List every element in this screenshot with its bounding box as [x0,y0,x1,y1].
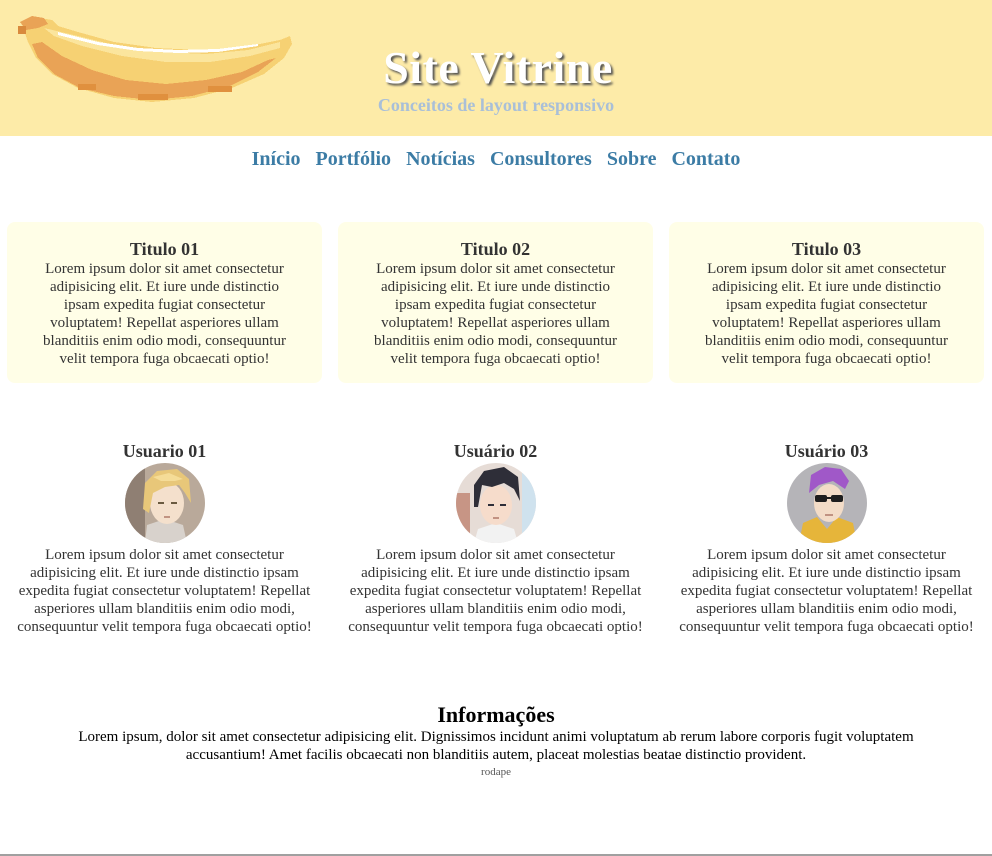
card-2: Titulo 02 Lorem ipsum dolor sit amet con… [338,222,653,383]
card-title: Titulo 02 [460,239,531,259]
info-section: Informações Lorem ipsum, dolor sit amet … [0,702,992,779]
nav-consultores[interactable]: Consultores [490,148,592,170]
user-2: Usuário 02 Lorem ipsum dolor sit amet co… [338,440,653,636]
user-name: Usuário 02 [453,441,538,461]
site-subtitle: Conceitos de layout responsivo [377,95,615,115]
card-3: Titulo 03 Lorem ipsum dolor sit amet con… [669,222,984,383]
nav-inicio[interactable]: Início [252,148,301,170]
user-3: Usuário 03 Lorem ipsum dolor sit amet co… [669,440,984,636]
site-header: Site Vitrine Conceitos de layout respons… [0,0,992,136]
blonde-man-avatar-icon [124,463,205,543]
card-1: Titulo 01 Lorem ipsum dolor sit amet con… [7,222,322,383]
user-name: Usuário 03 [784,441,869,461]
footer-text: rodape [481,766,511,778]
info-text: Lorem ipsum, dolor sit amet consectetur … [78,729,914,763]
card-text: Lorem ipsum dolor sit amet consectetur a… [43,261,286,367]
purple-hair-sunglasses-avatar-icon [786,463,867,543]
card-title: Titulo 01 [129,239,200,259]
user-text: Lorem ipsum dolor sit amet consectetur a… [348,547,643,635]
nav-sobre[interactable]: Sobre [607,148,657,170]
nav-contato[interactable]: Contato [671,148,740,170]
user-name: Usuario 01 [122,441,207,461]
nav-portfolio[interactable]: Portfólio [316,148,392,170]
site-title: Site Vitrine [383,42,613,93]
user-text: Lorem ipsum dolor sit amet consectetur a… [17,547,312,635]
user-1: Usuario 01 Lorem ipsum dolor sit amet co… [7,440,322,636]
card-text: Lorem ipsum dolor sit amet consectetur a… [705,261,948,367]
main-nav: Início Portfólio Notícias Consultores So… [0,147,992,171]
info-title: Informações [437,702,555,727]
dark-hair-man-avatar-icon [455,463,536,543]
card-text: Lorem ipsum dolor sit amet consectetur a… [374,261,617,367]
user-text: Lorem ipsum dolor sit amet consectetur a… [679,547,974,635]
nav-noticias[interactable]: Notícias [406,148,475,170]
card-title: Titulo 03 [791,239,862,259]
